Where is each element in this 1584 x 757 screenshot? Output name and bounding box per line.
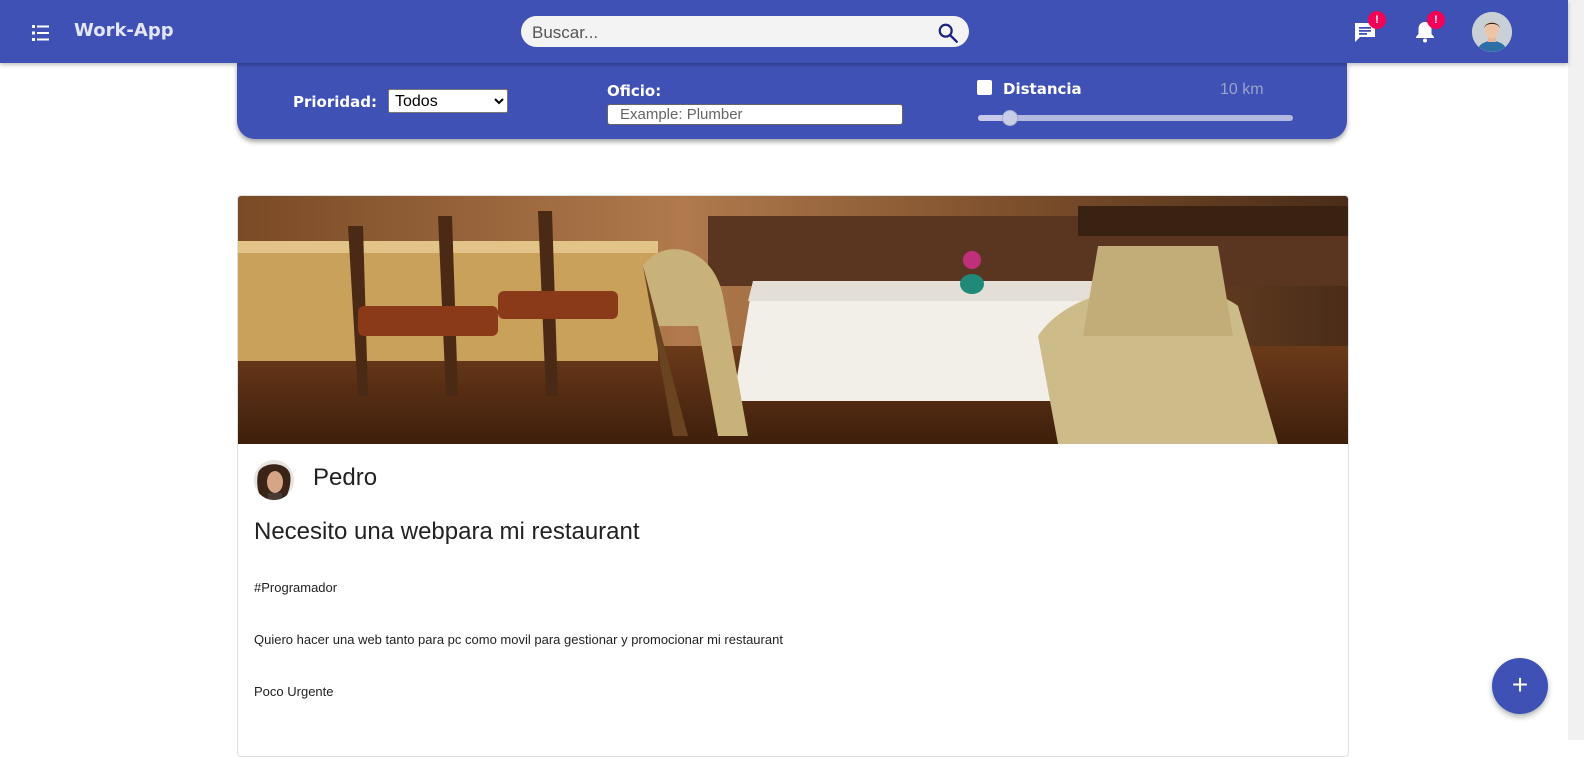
top-app-bar: Work-App ! ! — [0, 0, 1568, 63]
author-avatar[interactable] — [254, 460, 294, 500]
post-priority: Poco Urgente — [254, 684, 334, 699]
post-tag: #Programador — [254, 580, 338, 595]
post-description: Quiero hacer una web tanto para pc como … — [254, 632, 783, 647]
page-scrollbar[interactable] — [1568, 0, 1584, 740]
user-avatar[interactable] — [1472, 12, 1512, 52]
distance-value: 10 km — [1220, 81, 1264, 98]
search-input[interactable] — [530, 16, 934, 49]
distance-slider-thumb[interactable] — [1002, 110, 1018, 126]
filter-panel: Prioridad: Todos Oficio: Distancia 10 km — [237, 63, 1347, 139]
search-icon[interactable] — [937, 22, 959, 44]
app-title[interactable]: Work-App — [74, 20, 174, 41]
search-box — [521, 16, 969, 49]
job-post-card[interactable]: Pedro Necesito una webpara mi restaurant… — [237, 195, 1349, 757]
trade-input[interactable] — [607, 104, 903, 125]
restaurant-photo — [238, 196, 1348, 444]
author-photo-icon — [254, 460, 294, 500]
post-title: Necesito una webpara mi restaurant — [254, 518, 640, 545]
messages-badge: ! — [1368, 11, 1386, 29]
priority-select[interactable]: Todos — [388, 89, 508, 113]
notifications-badge: ! — [1427, 11, 1445, 29]
distance-slider[interactable] — [978, 110, 1293, 126]
priority-label: Prioridad: — [293, 93, 377, 111]
user-photo-icon — [1472, 12, 1512, 52]
trade-label: Oficio: — [607, 82, 662, 100]
author-name: Pedro — [313, 464, 378, 491]
menu-list-icon[interactable] — [32, 24, 52, 42]
add-post-button[interactable]: + — [1492, 658, 1548, 714]
plus-icon: + — [1511, 669, 1529, 700]
distance-label: Distancia — [1003, 80, 1082, 98]
distance-checkbox[interactable] — [977, 80, 992, 95]
